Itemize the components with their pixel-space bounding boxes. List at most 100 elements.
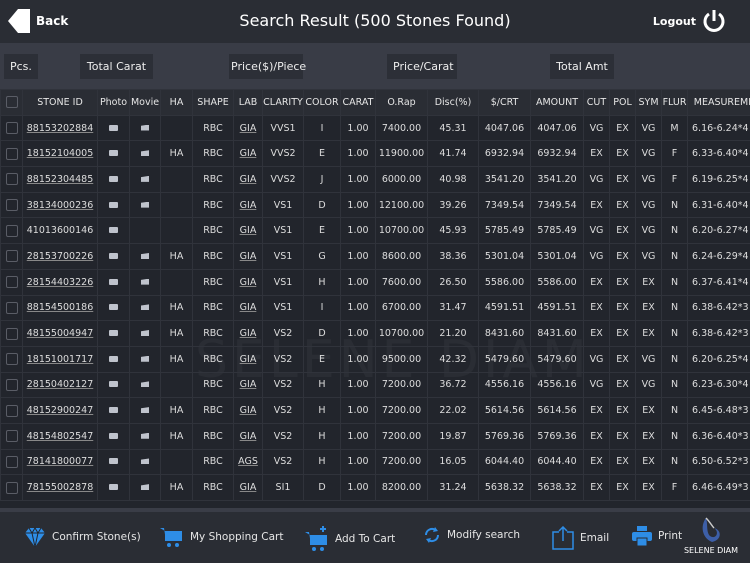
lab[interactable]: GIA [240, 251, 257, 262]
movie-cell[interactable] [129, 320, 161, 347]
row-checkbox[interactable] [0, 191, 23, 219]
lab-link[interactable]: GIA [233, 371, 263, 399]
confirm-stones-button[interactable]: Confirm Stone(s) [24, 526, 141, 548]
table-row[interactable]: 18151001717 HA RBC GIA VS2 E 1.00 9500.00 42.32 5… [0, 345, 750, 373]
table-row[interactable]: 48152900247 HA RBC GIA VS2 H 1.00 7200.00 22.02 5… [0, 397, 750, 424]
lab[interactable]: GIA [240, 482, 257, 493]
table-row[interactable]: 78141800077 RBC AGS VS2 H 1.00 7200.00 16.05 604… [0, 448, 750, 476]
table-row[interactable]: 38134000236 RBC GIA VS1 D 1.00 12100.00 39.26 73… [0, 191, 750, 219]
lab[interactable]: AGS [238, 456, 258, 467]
movie-cell[interactable] [129, 474, 161, 501]
table-row[interactable]: 88152304485 RBC GIA VVS2 J 1.00 6000.00 40.98 35… [0, 166, 750, 193]
stone-id[interactable]: 18152104005 [27, 148, 94, 159]
video-icon[interactable] [141, 381, 149, 388]
photo-cell[interactable] [97, 294, 130, 322]
stone-id-link[interactable]: 28154403226 [22, 268, 98, 296]
lab-link[interactable]: GIA [233, 243, 263, 270]
stone-id[interactable]: 48152900247 [27, 405, 94, 416]
add-to-cart-button[interactable]: Add To Cart [305, 526, 395, 552]
row-checkbox[interactable] [0, 422, 23, 450]
table-row[interactable]: 48155004947 HA RBC GIA VS2 D 1.00 10700.00 21.20… [0, 320, 750, 347]
photo-cell[interactable] [97, 166, 130, 193]
stone-id-link[interactable]: 78141800077 [22, 448, 98, 476]
photo-cell[interactable] [97, 114, 130, 142]
photo-cell[interactable] [97, 243, 130, 270]
movie-cell[interactable] [129, 345, 161, 373]
stone-id[interactable]: 28154403226 [27, 277, 94, 288]
lab-link[interactable]: GIA [233, 422, 263, 450]
lab[interactable]: GIA [240, 354, 257, 365]
stone-id-link[interactable]: 28150402127 [22, 371, 98, 399]
table-row[interactable]: 88154500186 HA RBC GIA VS1 I 1.00 6700.00 31.47 4… [0, 294, 750, 322]
stone-id-link[interactable]: 38134000236 [22, 191, 98, 219]
stone-id[interactable]: 48154802547 [27, 431, 94, 442]
camera-icon[interactable] [109, 355, 118, 362]
stone-id-link[interactable]: 88154500186 [22, 294, 98, 322]
photo-cell[interactable] [97, 268, 130, 296]
movie-cell[interactable] [129, 191, 161, 219]
modify-search-button[interactable]: Modify search [423, 526, 520, 544]
lab[interactable]: GIA [240, 277, 257, 288]
video-icon[interactable] [141, 150, 149, 157]
stone-id[interactable]: 18151001717 [27, 354, 94, 365]
row-checkbox[interactable] [0, 166, 23, 193]
video-icon[interactable] [141, 124, 149, 131]
photo-cell[interactable] [97, 422, 130, 450]
camera-icon[interactable] [109, 278, 118, 285]
camera-icon[interactable] [109, 381, 118, 388]
lab[interactable]: GIA [240, 174, 257, 185]
video-icon[interactable] [141, 252, 149, 259]
lab-link[interactable]: GIA [233, 140, 263, 168]
stone-id[interactable]: 78141800077 [27, 456, 94, 467]
stone-id-link[interactable]: 48155004947 [22, 320, 98, 347]
row-checkbox[interactable] [0, 397, 23, 424]
photo-cell[interactable] [97, 474, 130, 501]
stone-id-link[interactable]: 18151001717 [22, 345, 98, 373]
row-checkbox[interactable] [0, 294, 23, 322]
lab[interactable]: GIA [240, 302, 257, 313]
row-checkbox[interactable] [0, 320, 23, 347]
video-icon[interactable] [141, 432, 149, 439]
movie-cell[interactable] [129, 422, 161, 450]
photo-cell[interactable] [97, 320, 130, 347]
lab[interactable]: GIA [240, 148, 257, 159]
lab-link[interactable]: GIA [233, 217, 263, 245]
table-row[interactable]: 28154403226 RBC GIA VS1 H 1.00 7600.00 26.50 558… [0, 268, 750, 296]
lab[interactable]: GIA [240, 328, 257, 339]
camera-icon[interactable] [109, 201, 118, 208]
table-row[interactable]: 18152104005 HA RBC GIA VVS2 E 1.00 11900.00 41.7… [0, 140, 750, 168]
lab-link[interactable]: GIA [233, 191, 263, 219]
email-button[interactable]: Email [552, 526, 609, 550]
movie-cell[interactable] [129, 114, 161, 142]
row-checkbox[interactable] [0, 268, 23, 296]
row-checkbox[interactable] [0, 448, 23, 476]
movie-cell[interactable] [129, 166, 161, 193]
stone-id-link[interactable]: 18152104005 [22, 140, 98, 168]
stone-id-link[interactable]: 78155002878 [22, 474, 98, 501]
lab-link[interactable]: AGS [233, 448, 263, 476]
camera-icon[interactable] [109, 252, 118, 259]
stone-id[interactable]: 28153700226 [27, 251, 94, 262]
stone-id[interactable]: 28150402127 [27, 379, 94, 390]
photo-cell[interactable] [97, 397, 130, 424]
lab[interactable]: GIA [240, 405, 257, 416]
movie-cell[interactable] [129, 397, 161, 424]
camera-icon[interactable] [109, 330, 118, 337]
photo-cell[interactable] [97, 448, 130, 476]
row-checkbox[interactable] [0, 243, 23, 270]
video-icon[interactable] [141, 407, 149, 414]
lab[interactable]: GIA [240, 379, 257, 390]
lab-link[interactable]: GIA [233, 294, 263, 322]
camera-icon[interactable] [109, 484, 118, 491]
movie-cell[interactable] [129, 371, 161, 399]
movie-cell[interactable] [129, 140, 161, 168]
row-checkbox[interactable] [0, 140, 23, 168]
camera-icon[interactable] [109, 304, 118, 311]
stone-id-link[interactable]: 48152900247 [22, 397, 98, 424]
stone-id[interactable]: 78155002878 [27, 482, 94, 493]
camera-icon[interactable] [109, 458, 118, 465]
camera-icon[interactable] [109, 175, 118, 182]
logout-button[interactable]: Logout [653, 9, 726, 33]
lab-link[interactable]: GIA [233, 320, 263, 347]
video-icon[interactable] [141, 278, 149, 285]
